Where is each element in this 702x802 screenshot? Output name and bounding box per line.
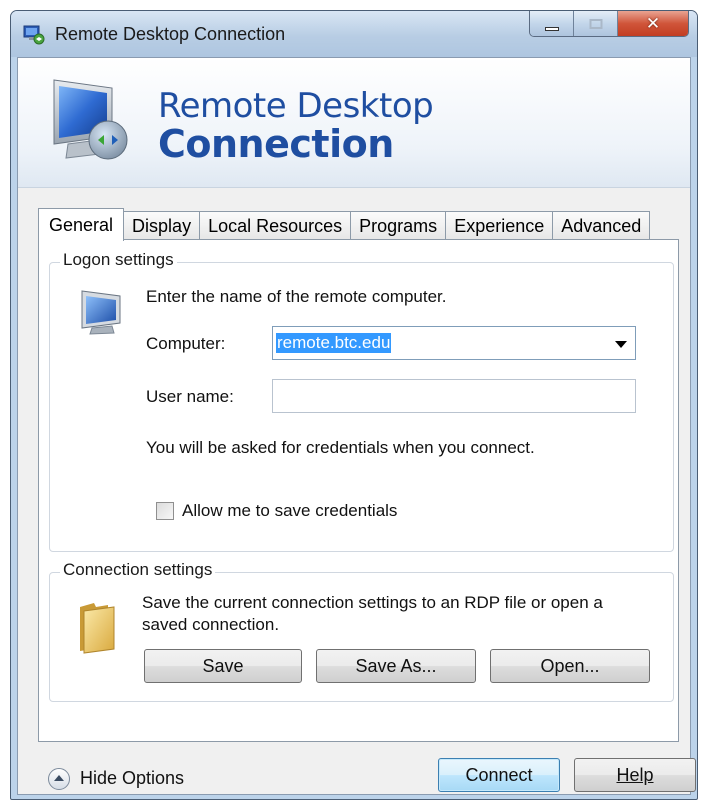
maximize-icon — [589, 18, 602, 29]
dropdown-arrow-icon[interactable] — [615, 341, 627, 348]
computer-icon — [81, 290, 121, 335]
logon-settings-group: Logon settings Enter the name of the rem… — [49, 250, 674, 552]
minimize-button[interactable] — [530, 11, 574, 36]
open-button[interactable]: Open... — [490, 649, 650, 683]
computer-combobox[interactable]: remote.btc.edu — [272, 326, 636, 360]
username-label: User name: — [146, 387, 234, 406]
folder-icon — [80, 603, 115, 654]
save-credentials-checkbox[interactable] — [156, 502, 174, 520]
tab-display[interactable]: Display — [123, 211, 201, 240]
tab-general[interactable]: General — [38, 208, 125, 241]
minimize-icon — [544, 26, 559, 31]
connection-description-line2: saved connection. — [142, 615, 280, 634]
credentials-note: You will be asked for credentials when y… — [146, 438, 535, 457]
username-input[interactable] — [272, 379, 636, 413]
general-tab-panel: Logon settings Enter the name of the rem… — [38, 239, 679, 742]
help-button-label: Help — [616, 765, 654, 785]
save-button[interactable]: Save — [144, 649, 302, 683]
rdc-window: Remote Desktop Connection ✕ Remote Deskt… — [10, 10, 698, 800]
banner: Remote Desktop Connection — [18, 58, 690, 188]
help-button[interactable]: Help — [574, 758, 696, 792]
title-bar[interactable]: Remote Desktop Connection ✕ — [11, 11, 697, 57]
tab-advanced[interactable]: Advanced — [552, 211, 651, 240]
caption-buttons: ✕ — [529, 11, 689, 37]
tab-experience[interactable]: Experience — [445, 211, 554, 240]
chevron-up-icon[interactable] — [48, 768, 70, 790]
logon-settings-legend: Logon settings — [60, 250, 177, 270]
computer-value: remote.btc.edu — [276, 333, 392, 353]
connection-settings-group: Connection settings Save the current con… — [49, 560, 674, 702]
connection-description-line1: Save the current connection settings to … — [142, 593, 603, 612]
remote-desktop-icon — [53, 79, 128, 160]
tab-strip: General Display Local Resources Programs… — [38, 208, 651, 241]
hide-options-link[interactable]: Hide Options — [80, 768, 184, 789]
maximize-button[interactable] — [574, 11, 618, 36]
banner-title-line2: Connection — [158, 122, 394, 166]
save-credentials-label[interactable]: Allow me to save credentials — [182, 501, 397, 521]
computer-label: Computer: — [146, 334, 226, 353]
tab-programs[interactable]: Programs — [350, 211, 447, 240]
remote-desktop-icon — [23, 25, 45, 45]
close-button[interactable]: ✕ — [618, 11, 688, 36]
connection-settings-legend: Connection settings — [60, 560, 216, 580]
banner-title-line1: Remote Desktop — [158, 86, 434, 126]
connect-button[interactable]: Connect — [438, 758, 560, 792]
dialog-client-area: Remote Desktop Connection General Displa… — [17, 57, 696, 795]
save-as-button[interactable]: Save As... — [316, 649, 476, 683]
window-title: Remote Desktop Connection — [55, 24, 286, 44]
close-icon: ✕ — [645, 13, 661, 34]
logon-instructions: Enter the name of the remote computer. — [146, 287, 447, 306]
tab-local-resources[interactable]: Local Resources — [199, 211, 352, 240]
